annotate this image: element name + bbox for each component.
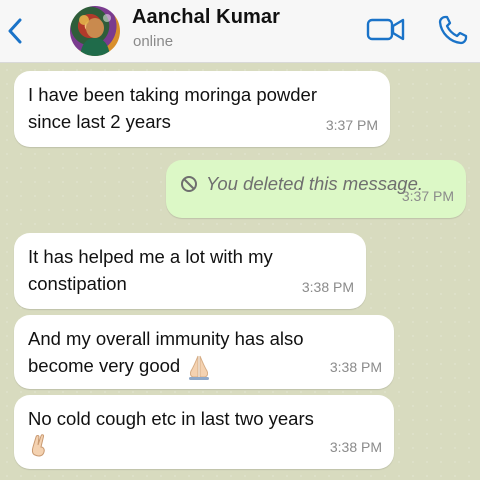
message-text: And my overall immunity has also become … xyxy=(28,328,304,376)
voice-call-button[interactable] xyxy=(436,13,470,47)
message-time: 3:38 PM xyxy=(329,359,382,375)
message-text: No cold cough etc in last two years xyxy=(28,408,314,429)
message-incoming[interactable]: I have been taking moringa powder since … xyxy=(14,71,390,147)
message-incoming[interactable]: It has helped me a lot with my constipat… xyxy=(14,233,366,309)
message-text: You deleted this message. xyxy=(206,173,424,194)
deleted-icon xyxy=(181,175,197,192)
back-button[interactable] xyxy=(4,14,26,48)
message-incoming[interactable]: And my overall immunity has also become … xyxy=(14,315,394,389)
video-call-button[interactable] xyxy=(366,14,406,44)
chat-screen: Aanchal Kumar online I have been taking … xyxy=(0,0,480,480)
message-time: 3:38 PM xyxy=(301,279,354,295)
avatar[interactable] xyxy=(70,6,120,56)
phone-icon xyxy=(438,15,468,45)
contact-status: online xyxy=(133,33,174,50)
avatar-image xyxy=(79,14,111,56)
message-list[interactable]: I have been taking moringa powder since … xyxy=(0,63,480,480)
message-time: 3:37 PM xyxy=(325,117,378,133)
folded-hands-emoji-icon xyxy=(189,355,210,381)
message-time: 3:38 PM xyxy=(329,439,382,455)
video-camera-icon xyxy=(366,18,405,41)
message-incoming[interactable]: No cold cough etc in last two years 3:38… xyxy=(14,395,394,469)
message-text-block: And my overall immunity has also become … xyxy=(28,325,380,381)
chat-header: Aanchal Kumar online xyxy=(0,0,480,63)
message-outgoing-deleted[interactable]: You deleted this message. 3:37 PM xyxy=(166,160,466,218)
crossed-fingers-emoji-icon xyxy=(31,434,45,457)
chevron-left-icon xyxy=(8,18,22,44)
message-time: 3:37 PM xyxy=(401,188,454,204)
contact-name[interactable]: Aanchal Kumar xyxy=(132,6,280,29)
message-text: I have been taking moringa powder since … xyxy=(28,84,317,132)
